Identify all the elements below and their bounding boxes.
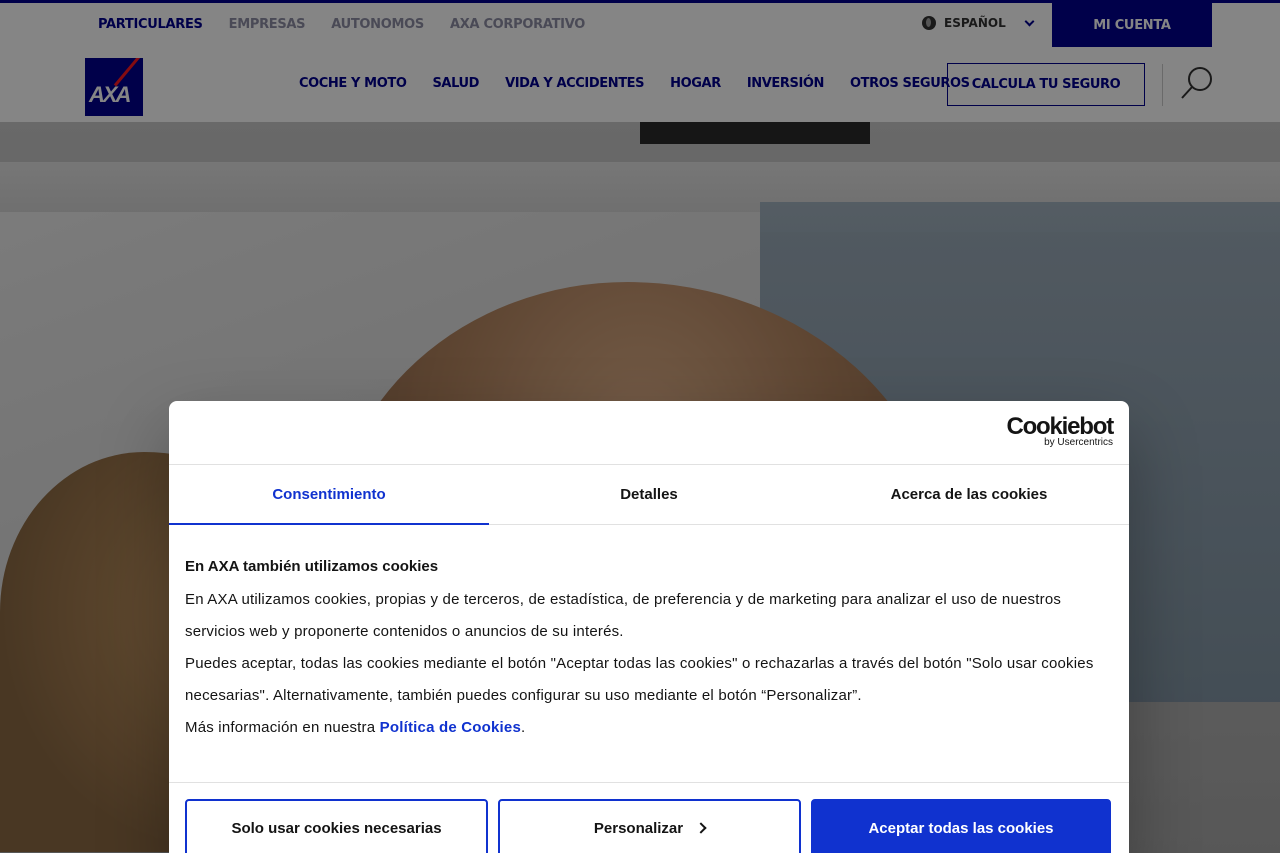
- tab-acerca-de-las-cookies[interactable]: Acerca de las cookies: [809, 465, 1129, 524]
- dialog-more-info: Más información en nuestra Política de C…: [185, 719, 526, 736]
- dialog-header: Cookiebot by Usercentrics: [169, 401, 1129, 465]
- dialog-body: En AXA también utilizamos cookies En AXA…: [169, 525, 1129, 783]
- dialog-paragraph-1: En AXA utilizamos cookies, propias y de …: [185, 591, 1062, 640]
- accept-all-cookies-button[interactable]: Aceptar todas las cookies: [811, 799, 1111, 853]
- chevron-right-icon: [695, 822, 707, 834]
- dialog-tabs: Consentimiento Detalles Acerca de las co…: [169, 465, 1129, 525]
- necessary-cookies-button[interactable]: Solo usar cookies necesarias: [185, 799, 488, 853]
- dialog-paragraph-2: Puedes aceptar, todas las cookies median…: [185, 655, 1094, 704]
- cookiebot-logo[interactable]: Cookiebot by Usercentrics: [1006, 415, 1114, 448]
- dialog-heading: En AXA también utilizamos cookies: [185, 558, 439, 575]
- tab-consentimiento[interactable]: Consentimiento: [169, 465, 489, 525]
- tab-detalles[interactable]: Detalles: [489, 465, 809, 524]
- customize-button[interactable]: Personalizar: [498, 799, 801, 853]
- dialog-buttons: Solo usar cookies necesarias Personaliza…: [169, 783, 1129, 853]
- cookie-policy-link[interactable]: Política de Cookies: [380, 719, 521, 736]
- cookie-consent-dialog: Cookiebot by Usercentrics Consentimiento…: [169, 401, 1129, 853]
